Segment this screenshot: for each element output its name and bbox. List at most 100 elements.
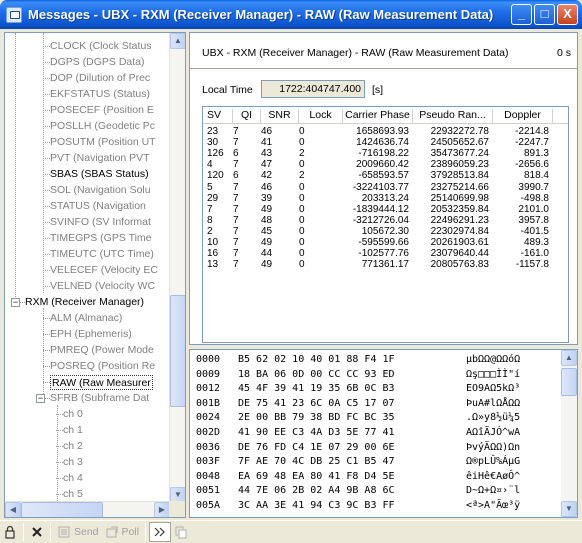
app-icon[interactable] (6, 6, 22, 23)
table-cell: 24505652.67 (430, 137, 489, 149)
tree-item[interactable]: VELNED (Velocity WC (50, 279, 155, 294)
copy-button[interactable] (171, 522, 191, 542)
tree-item[interactable]: VELECEF (Velocity EC (50, 263, 158, 278)
table-cell: 23 (207, 126, 219, 137)
tree-expander[interactable]: − (36, 394, 45, 403)
hex-row: 0012 45 4F 39 41 19 35 6B 0C B3 EO9AΩ5kΩ³ (190, 382, 562, 395)
message-tree[interactable]: CLOCK (Clock Status DGPS (DGPS Data) DOP (… (4, 32, 186, 518)
autoscroll-button[interactable] (149, 522, 172, 542)
tree-item[interactable]: EKFSTATUS (Status) (50, 87, 150, 102)
bottom-toolbar: Send Poll (0, 520, 582, 543)
column-header[interactable]: SNR (261, 109, 299, 123)
tree-item[interactable]: POSUTM (Position UT (50, 135, 156, 150)
table-row[interactable]: 5 7 46 0 -3224103.77 23275214.66 3990.7 (203, 182, 568, 193)
scroll-thumb[interactable] (170, 295, 185, 407)
measurement-table[interactable]: SV QI SNR Lock Carrier Phase Pseudo Ran... Dop… (202, 106, 569, 343)
local-time-unit: [s] (372, 84, 384, 96)
tree-item[interactable]: RXM (Receiver Manager) (25, 295, 144, 310)
tree-item[interactable]: ch 1 (63, 423, 83, 438)
maximize-button[interactable]: □ (534, 4, 555, 25)
scroll-corner (169, 501, 185, 517)
column-header[interactable]: Carrier Phase (343, 109, 413, 123)
tree-item[interactable]: DOP (Dilution of Prec (50, 71, 150, 86)
table-row[interactable]: 29 7 39 0 203313.24 25140699.98 -498.8 (203, 193, 568, 204)
table-row[interactable]: 13 7 49 0 771361.17 20805763.83 -1157.8 (203, 259, 568, 270)
tree-item[interactable]: ch 5 (63, 487, 83, 502)
local-time-value: 1722:404747.400 (261, 80, 365, 98)
tree-item[interactable]: PMREQ (Power Mode (50, 343, 154, 358)
hex-vertical-scrollbar[interactable]: ▲ ▼ (561, 350, 577, 517)
tree-item[interactable]: ch 2 (63, 439, 83, 454)
tree-item[interactable]: PVT (Navigation PVT (50, 151, 150, 166)
table-row[interactable]: 8 7 48 0 -3212726.04 22496291.23 3957.8 (203, 215, 568, 226)
tree-guide-line (57, 405, 58, 503)
tree-item[interactable]: ch 0 (63, 407, 83, 422)
table-cell: 0 (299, 159, 305, 171)
table-cell: 7 (233, 214, 239, 226)
clear-button[interactable] (27, 522, 47, 542)
minimize-button[interactable]: _ (511, 4, 532, 25)
table-cell: 7 (233, 192, 239, 204)
table-cell: 2101.0 (518, 203, 549, 215)
tree-item[interactable]: SVINFO (SV Informat (50, 215, 151, 230)
scroll-down-button[interactable]: ▼ (561, 501, 577, 517)
tree-item[interactable]: TIMEUTC (UTC Time) (50, 247, 154, 262)
send-icon (58, 526, 70, 538)
table-row[interactable]: 30 7 41 0 1424636.74 24505652.67 -2247.7 (203, 137, 568, 148)
tree-item[interactable]: ALM (Almanac) (50, 311, 122, 326)
lock-button[interactable] (0, 522, 20, 542)
scroll-right-button[interactable]: ▶ (154, 502, 170, 517)
table-row[interactable]: 2 7 45 0 105672.30 22302974.84 -401.5 (203, 226, 568, 237)
tree-item[interactable]: POSLLH (Geodetic Pc (50, 119, 155, 134)
scroll-thumb[interactable] (561, 368, 577, 396)
table-row[interactable]: 120 6 42 2 -658593.57 37928513.84 818.4 (203, 170, 568, 181)
send-button[interactable]: Send (54, 522, 102, 542)
table-row[interactable]: 126 6 43 2 -716198.22 35473677.24 891.3 (203, 148, 568, 159)
table-cell: -595599.66 (358, 237, 409, 248)
tree-horizontal-scrollbar[interactable]: ◀ ▶ (5, 501, 170, 517)
table-row[interactable]: 4 7 47 0 2009660.42 23896059.23 -2656.6 (203, 159, 568, 170)
scroll-thumb-horizontal[interactable] (21, 502, 103, 517)
column-header[interactable]: QI (233, 109, 261, 123)
tree-item[interactable]: ch 4 (63, 471, 83, 486)
column-header[interactable]: Lock (299, 109, 343, 123)
close-button[interactable]: X (557, 4, 578, 25)
tree-item[interactable]: EPH (Ephemeris) (50, 327, 132, 342)
table-cell: 37928513.84 (430, 170, 489, 182)
column-header[interactable]: Pseudo Ran... (413, 109, 493, 123)
tree-item[interactable]: CLOCK (Clock Status (50, 39, 152, 54)
hex-bytes: DE 75 41 23 6C 0A C5 17 07 (238, 397, 395, 409)
table-row[interactable]: 16 7 44 0 -102577.76 23079640.44 -161.0 (203, 248, 568, 259)
scroll-up-button[interactable]: ▲ (561, 350, 577, 366)
poll-button[interactable]: Poll (102, 522, 143, 542)
scroll-up-button[interactable]: ▲ (170, 33, 185, 49)
tree-item[interactable]: SFRB (Subframe Dat (50, 391, 149, 406)
tree-item[interactable]: POSECEF (Position E (50, 103, 154, 118)
tree-item[interactable]: RAW (Raw Measurer (50, 375, 153, 390)
tree-item[interactable]: STATUS (Navigation (50, 199, 146, 214)
table-cell: 25140699.98 (430, 192, 489, 204)
tree-item[interactable]: ch 3 (63, 455, 83, 470)
column-header[interactable]: SV (207, 109, 233, 123)
age-counter: 0 s (556, 47, 571, 59)
hex-dump-panel[interactable]: 0000 B5 62 02 10 40 01 88 F4 1F µbΩΩ@ΩΩóΩ 0… (189, 349, 578, 518)
table-row[interactable]: 7 7 49 0 -1839444.12 20532359.84 2101.0 (203, 204, 568, 215)
tree-branch-line (56, 430, 63, 431)
tree-item[interactable]: POSREQ (Position Re (50, 359, 155, 374)
tree-vertical-scrollbar[interactable]: ▲ ▼ (169, 33, 185, 503)
scroll-left-button[interactable]: ◀ (5, 502, 21, 517)
tree-expander[interactable]: − (11, 298, 20, 307)
table-cell: 39 (261, 192, 273, 204)
tree-item[interactable]: SBAS (SBAS Status) (50, 167, 149, 182)
tree-branch-line (43, 142, 50, 143)
tree-branch-line (43, 190, 50, 191)
tree-item[interactable]: SOL (Navigation Solu (50, 183, 151, 198)
tree-branch-line (43, 94, 50, 95)
tree-item[interactable]: DGPS (DGPS Data) (50, 55, 145, 70)
table-row[interactable]: 23 7 46 0 1658693.93 22932272.78 -2214.8 (203, 126, 568, 137)
table-row[interactable]: 10 7 49 0 -595599.66 20261903.61 489.3 (203, 237, 568, 248)
tree-branch-line (56, 414, 63, 415)
toolbar-separator (23, 523, 24, 541)
column-header[interactable]: Doppler (493, 109, 553, 123)
tree-item[interactable]: TIMEGPS (GPS Time (50, 231, 152, 246)
